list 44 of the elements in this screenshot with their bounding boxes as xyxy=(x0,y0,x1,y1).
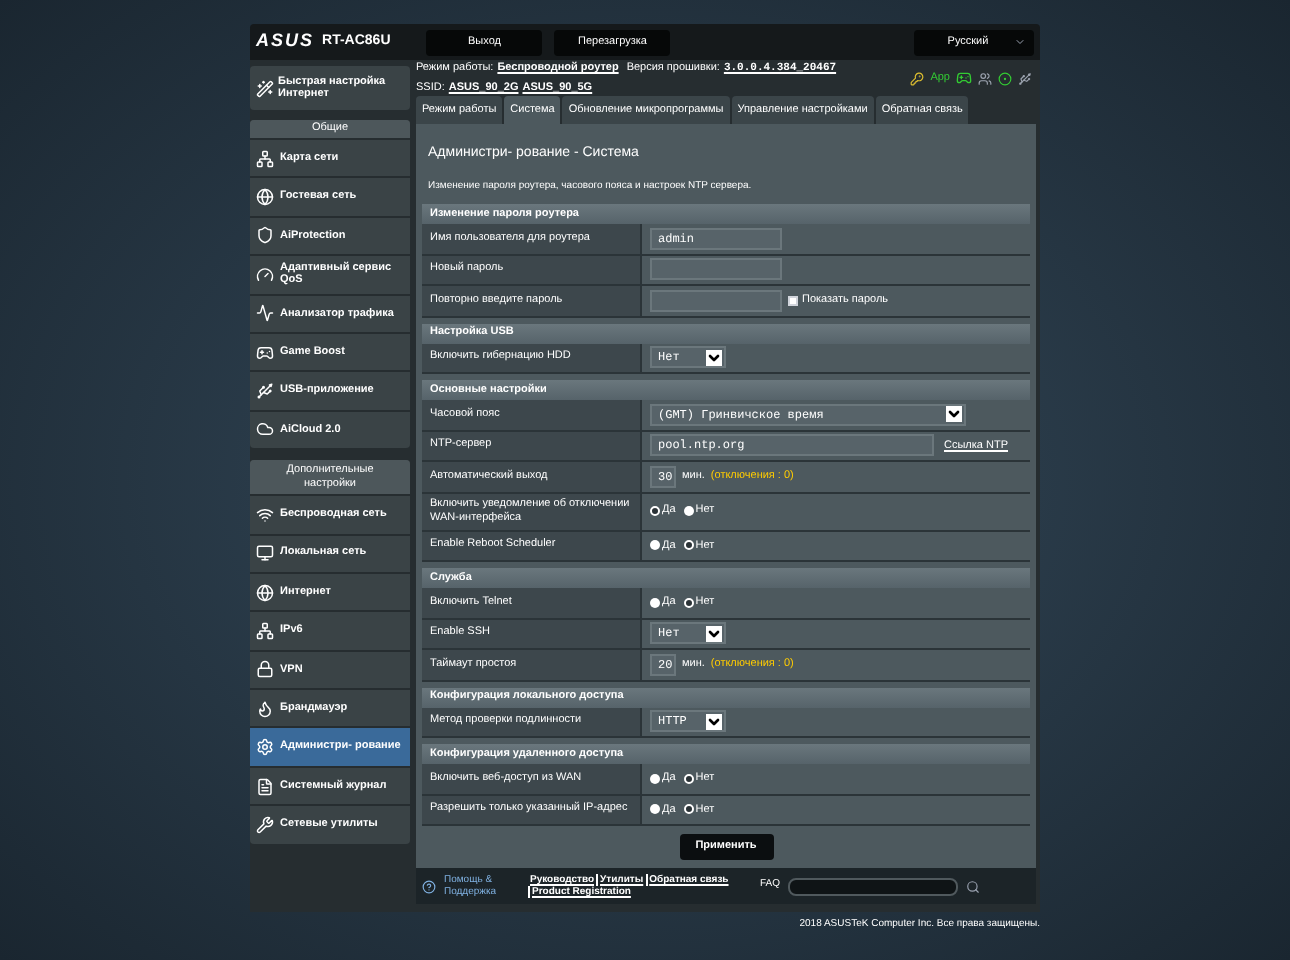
radio-button[interactable] xyxy=(683,506,694,516)
menu-icon xyxy=(256,188,274,207)
menu-icon xyxy=(256,777,274,796)
menu-icon xyxy=(256,265,274,284)
users-icon[interactable] xyxy=(978,71,992,85)
menu-icon xyxy=(256,621,274,640)
radio-button[interactable] xyxy=(683,804,694,815)
input-field[interactable] xyxy=(650,289,782,312)
radio-button[interactable] xyxy=(650,540,660,551)
menu-icon xyxy=(256,343,274,362)
wand-icon xyxy=(256,79,274,97)
menu-icon xyxy=(256,544,274,563)
radio-button[interactable] xyxy=(650,773,660,784)
usb-icon[interactable] xyxy=(1018,71,1032,85)
faq-search-field[interactable] xyxy=(788,877,959,895)
radio-button[interactable] xyxy=(683,540,694,551)
menu-icon xyxy=(256,382,274,401)
key-icon[interactable] xyxy=(910,71,925,85)
radio-button[interactable] xyxy=(650,597,660,608)
menu-icon xyxy=(256,149,274,168)
caret-icon xyxy=(1014,36,1026,48)
radio-button[interactable] xyxy=(683,773,694,784)
search-icon[interactable] xyxy=(966,879,981,893)
menu-icon xyxy=(256,815,274,834)
menu-icon xyxy=(256,738,274,757)
dropdown-arrow-icon xyxy=(706,713,722,730)
menu-icon xyxy=(256,505,274,524)
help-icon xyxy=(422,879,436,893)
dropdown-arrow-icon xyxy=(706,349,722,366)
status-circle-icon[interactable] xyxy=(998,71,1012,85)
radio-button[interactable] xyxy=(650,804,660,815)
menu-icon xyxy=(256,304,274,323)
menu-icon xyxy=(256,583,274,602)
menu-icon xyxy=(256,660,274,679)
gamepad-icon[interactable] xyxy=(956,70,972,86)
menu-icon xyxy=(256,226,274,245)
brand-logo: ASUS xyxy=(256,28,315,55)
radio-button[interactable] xyxy=(683,597,694,608)
menu-icon xyxy=(256,699,274,718)
dropdown-arrow-icon xyxy=(706,625,722,642)
radio-button[interactable] xyxy=(650,506,660,516)
input-field[interactable] xyxy=(650,258,782,281)
menu-icon xyxy=(256,420,274,439)
dropdown-arrow-icon xyxy=(946,406,962,423)
